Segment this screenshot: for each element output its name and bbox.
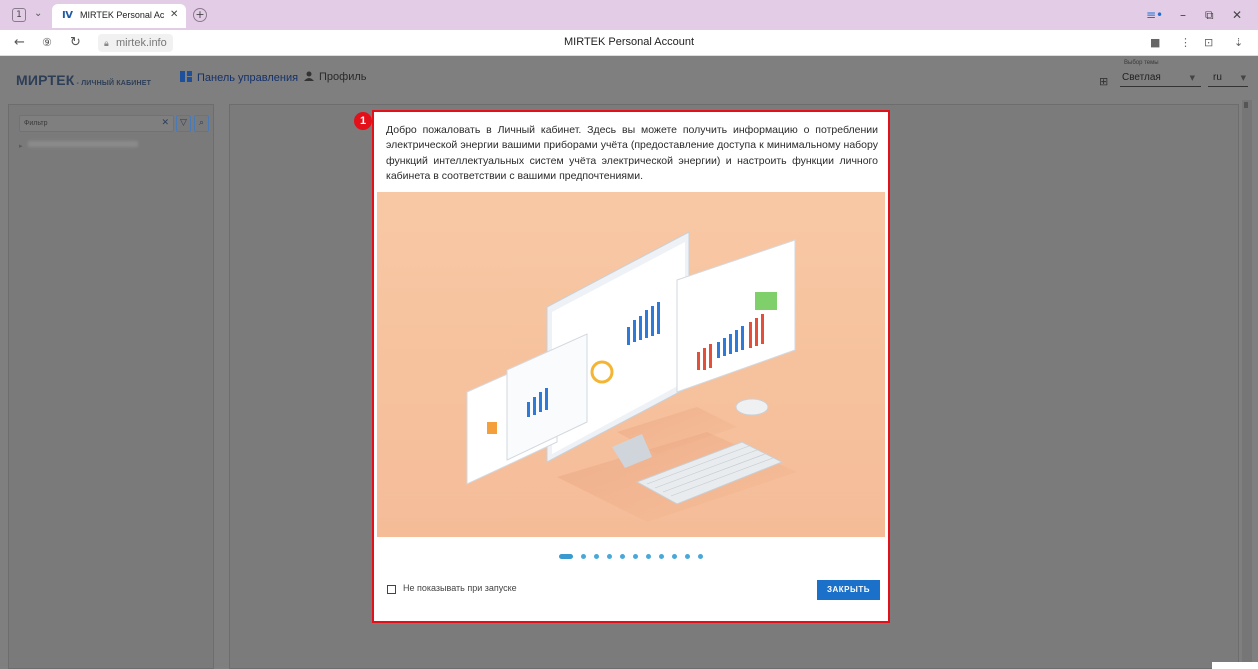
language-value: ru xyxy=(1213,72,1222,83)
carousel-dot[interactable] xyxy=(659,554,664,560)
dont-show-label[interactable]: Не показывать при запуске xyxy=(403,583,517,593)
expand-arrow-icon[interactable]: ▸ xyxy=(19,143,23,150)
language-caret-icon: ▼ xyxy=(1240,74,1246,82)
carousel-dot[interactable] xyxy=(685,554,690,560)
corner-box xyxy=(1212,662,1258,669)
carousel-dot[interactable] xyxy=(698,554,703,560)
address-bar: ← ⑨ ↻ 🔒︎ mirtek.info MIRTEK Personal Acc… xyxy=(0,30,1258,56)
filter-funnel-button[interactable]: ▽ xyxy=(176,115,191,132)
language-select[interactable]: ru ▼ xyxy=(1208,70,1248,87)
nav-dashboard-label: Панель управления xyxy=(197,72,299,84)
tree-node[interactable]: ▸ xyxy=(19,141,139,150)
close-button[interactable]: ЗАКРЫТЬ xyxy=(817,580,880,600)
search-button[interactable]: ⌕ xyxy=(194,115,209,132)
tab-count-button[interactable]: 1 xyxy=(12,8,26,22)
mirtek-logo[interactable]: МИРТЕК - личный кабинет xyxy=(16,72,151,88)
theme-grid-icon: ⊞ xyxy=(1099,75,1109,88)
reader-icon[interactable]: ⊡ xyxy=(1204,36,1213,49)
filter-input[interactable]: Фильтр ✕ xyxy=(19,115,174,132)
clear-filter-icon[interactable]: ✕ xyxy=(161,116,169,131)
close-window-icon[interactable]: ✕ xyxy=(1232,8,1242,22)
logo-subtitle: - личный кабинет xyxy=(76,80,152,87)
tab-list-chevron-icon[interactable]: ⌄ xyxy=(34,8,42,19)
nav-dashboard-link[interactable]: Панель управления xyxy=(180,71,298,84)
main-scrollbar[interactable] xyxy=(1242,100,1252,669)
filter-placeholder: Фильтр xyxy=(24,120,48,127)
nav-profile-label: Профиль xyxy=(319,71,367,83)
welcome-illustration xyxy=(377,192,885,537)
carousel-dot[interactable] xyxy=(607,554,612,560)
new-tab-button[interactable]: + xyxy=(193,8,207,22)
carousel-dots[interactable] xyxy=(374,548,888,566)
downloads-icon[interactable]: ⇣ xyxy=(1234,36,1243,49)
mirtek-favicon-icon: Ⅳ xyxy=(62,10,73,21)
carousel-dot[interactable] xyxy=(633,554,638,560)
theme-label: Выбор темы xyxy=(1124,60,1159,66)
carousel-dot[interactable] xyxy=(581,554,586,560)
sidebar-panel: Фильтр ✕ ▽ ⌕ ▸ xyxy=(8,104,214,669)
dont-show-checkbox[interactable] xyxy=(387,585,396,594)
app-header: МИРТЕК - личный кабинет Панель управления… xyxy=(0,56,1258,99)
browser-tab-strip: 1 ⌄ Ⅳ MIRTEK Personal Acco ✕ + ≡• – ⧉ ✕ xyxy=(0,0,1258,30)
tab-close-icon[interactable]: ✕ xyxy=(170,9,178,20)
user-icon xyxy=(304,71,314,81)
tab-title: MIRTEK Personal Acco xyxy=(80,10,164,20)
dashboard-icon xyxy=(180,71,192,82)
logo-text: МИРТЕК xyxy=(16,72,75,88)
welcome-text: Добро пожаловать в Личный кабинет. Здесь… xyxy=(386,124,878,183)
carousel-dot[interactable] xyxy=(559,554,573,560)
restore-icon[interactable]: ⧉ xyxy=(1205,8,1214,23)
browser-tab[interactable]: Ⅳ MIRTEK Personal Acco ✕ xyxy=(52,4,186,28)
scrollbar-thumb[interactable] xyxy=(1244,102,1248,108)
annotation-badge: 1 xyxy=(354,112,372,130)
notifications-icon[interactable]: ≡• xyxy=(1146,8,1163,22)
nav-profile-link[interactable]: Профиль xyxy=(304,71,367,83)
page-title: MIRTEK Personal Account xyxy=(563,36,695,48)
more-menu-icon[interactable]: ⋮ xyxy=(1180,36,1191,49)
tree-node-label-redacted xyxy=(28,141,139,147)
theme-caret-icon: ▼ xyxy=(1189,74,1195,82)
carousel-dot[interactable] xyxy=(594,554,599,560)
carousel-dot[interactable] xyxy=(646,554,651,560)
carousel-dot[interactable] xyxy=(620,554,625,560)
theme-value: Светлая xyxy=(1122,72,1161,83)
carousel-dot[interactable] xyxy=(672,554,677,560)
bookmark-icon[interactable]: ■ xyxy=(1150,36,1160,49)
minimize-icon[interactable]: – xyxy=(1180,8,1186,22)
theme-select[interactable]: Светлая ▼ xyxy=(1120,70,1201,87)
welcome-dialog: Добро пожаловать в Личный кабинет. Здесь… xyxy=(372,110,890,623)
